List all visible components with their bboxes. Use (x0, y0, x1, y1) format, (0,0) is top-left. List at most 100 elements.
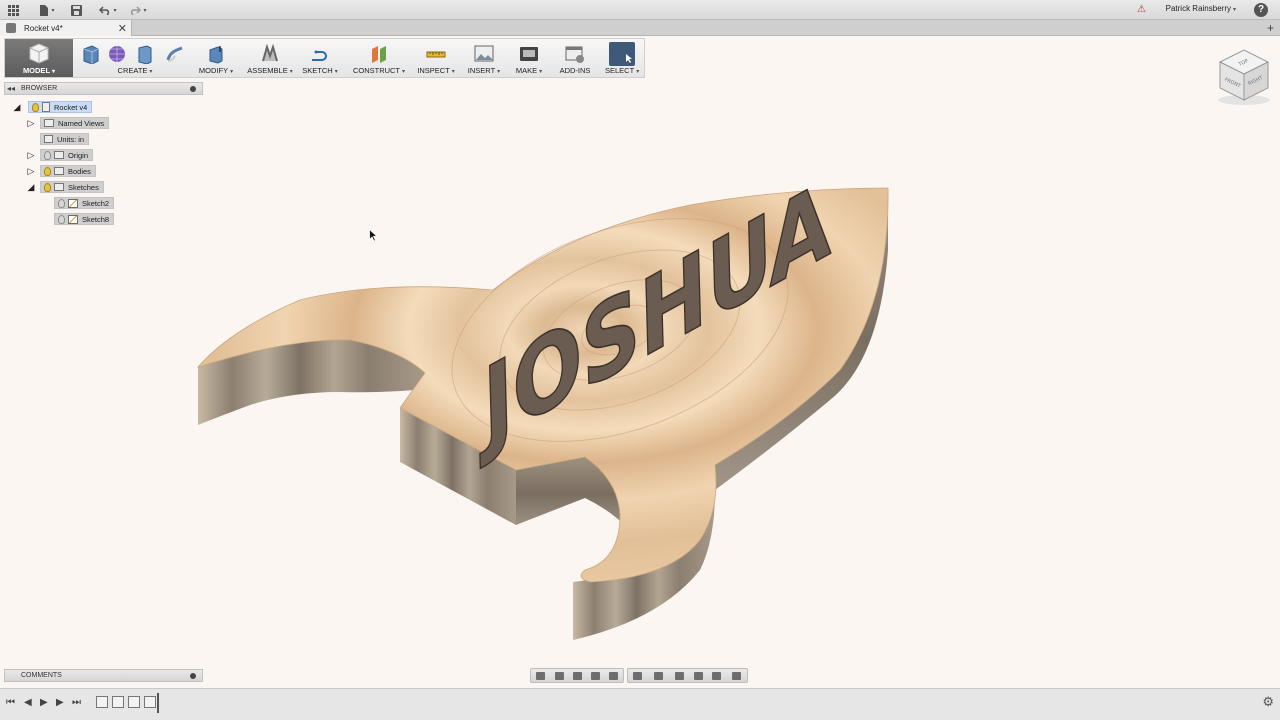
browser-node-named-views[interactable]: Named Views (40, 117, 110, 129)
insert-group[interactable]: INSERT ▾ (463, 39, 505, 77)
step-forward-icon[interactable]: ▶ (56, 697, 64, 708)
new-tab-icon[interactable]: + (1267, 21, 1274, 35)
timeline-marker[interactable] (157, 693, 159, 713)
collapse-panel-icon[interactable]: ◂◂ (7, 84, 15, 93)
visibility-bulb-icon[interactable] (44, 166, 51, 176)
browser-node-sketch8[interactable]: Sketch8 (54, 213, 115, 225)
ribbon-toolbar: MODEL ▾ CREATE ▾ MODIFY ▾ ASSEMBLE ▾ SKETCH ▾… (4, 38, 645, 78)
visibility-bulb-icon[interactable] (44, 182, 51, 192)
user-name: Patrick Rainsberry (1165, 4, 1231, 13)
joint-icon (262, 44, 278, 62)
navigation-tools (530, 668, 624, 683)
workspace-switcher[interactable]: MODEL ▾ (5, 39, 73, 77)
timeline-extrude-feature[interactable] (112, 696, 124, 708)
document-tab-bar: Rocket v4* ✕ + (0, 20, 1280, 36)
undo-button[interactable]: ▾ (96, 2, 120, 18)
go-to-end-icon[interactable]: ⏭ (72, 697, 81, 708)
inspect-group[interactable]: INSPECT ▾ (415, 39, 457, 77)
document-tab[interactable]: Rocket v4* ✕ (0, 20, 132, 36)
browser-node-sketch2[interactable]: Sketch2 (54, 197, 115, 209)
browser-header[interactable]: ◂◂ BROWSER (4, 82, 203, 95)
step-back-icon[interactable]: ◀ (24, 697, 32, 708)
browser-node-origin[interactable]: Origin (40, 149, 94, 161)
expand-toggle-named-views[interactable]: ▷ (26, 118, 36, 128)
timeline-extrude-feature[interactable] (144, 696, 156, 708)
visibility-bulb-icon[interactable] (58, 198, 65, 208)
view-cube[interactable]: TOP FRONT RIGHT (1214, 44, 1274, 108)
folder-icon (54, 151, 64, 159)
3d-print-icon (520, 47, 538, 61)
fit-icon[interactable] (609, 672, 618, 680)
browser-node-sketches[interactable]: Sketches (40, 181, 104, 193)
sketch-icon (68, 214, 78, 224)
press-pull-icon (209, 46, 223, 64)
display-settings-icon[interactable] (633, 672, 642, 680)
add-comment-icon[interactable] (190, 673, 196, 679)
browser-node-bodies[interactable]: Bodies (40, 165, 96, 177)
look-at-icon[interactable] (555, 672, 564, 680)
add-ins-label: ADD-INS (559, 66, 591, 75)
document-tab-title: Rocket v4* (24, 23, 63, 33)
extrude-icon (83, 45, 99, 64)
scripts-icon (565, 46, 584, 63)
effects-icon[interactable] (732, 672, 741, 680)
play-icon[interactable]: ▶ (40, 697, 48, 708)
measure-icon (426, 51, 446, 58)
folder-icon (54, 183, 64, 191)
construct-label: CONSTRUCT ▾ (352, 66, 406, 75)
grid-snap-icon[interactable] (654, 672, 663, 680)
help-icon[interactable]: ? (1254, 3, 1268, 17)
mode-label: MODEL ▾ (22, 66, 56, 75)
form-icon (109, 46, 125, 62)
units-doc-icon (44, 135, 53, 143)
component-icon (42, 102, 50, 112)
orbit-icon[interactable] (536, 672, 545, 680)
close-tab-icon[interactable]: ✕ (118, 22, 127, 35)
zoom-icon[interactable] (591, 672, 600, 680)
modify-group[interactable]: MODIFY ▾ (195, 39, 237, 77)
visibility-bulb-icon[interactable] (44, 150, 51, 160)
environment-icon[interactable] (712, 672, 721, 680)
visibility-bulb-icon[interactable] (58, 214, 65, 224)
app-bar: ▾ ▾ ▾ ⚠ Patrick Rainsberry ▾ ? (0, 0, 1280, 20)
comments-panel[interactable]: COMMENTS (4, 669, 203, 682)
file-menu-button[interactable]: ▾ (36, 2, 58, 18)
pin-panel-icon[interactable] (190, 86, 196, 92)
user-menu[interactable]: Patrick Rainsberry ▾ (1166, 4, 1236, 13)
assemble-group[interactable]: ASSEMBLE ▾ (245, 39, 295, 77)
browser-title: BROWSER (21, 85, 58, 92)
pan-icon[interactable] (573, 672, 582, 680)
model-viewport[interactable]: JOSHUA (190, 180, 900, 650)
browser-node-units[interactable]: Units: in (40, 133, 90, 145)
save-button[interactable] (68, 2, 84, 18)
timeline-sketch-feature[interactable] (128, 696, 140, 708)
browser-panel: ◂◂ BROWSER ◢ Rocket v4 ▷ Named Views Uni… (4, 82, 203, 230)
browser-root-node[interactable]: Rocket v4 (28, 101, 93, 113)
sketch-group[interactable]: SKETCH ▾ (299, 39, 341, 77)
expand-toggle-root[interactable]: ◢ (12, 102, 22, 112)
make-group[interactable]: MAKE ▾ (509, 39, 549, 77)
comments-title: COMMENTS (21, 672, 62, 679)
timeline-sketch-feature[interactable] (96, 696, 108, 708)
box-icon (138, 45, 152, 64)
camera-icon[interactable] (694, 672, 703, 680)
select-group[interactable]: SELECT ▾ (605, 39, 639, 77)
expand-toggle-origin[interactable]: ▷ (26, 150, 36, 160)
app-grid-icon[interactable] (6, 2, 20, 18)
sweep-icon (166, 46, 183, 62)
redo-button[interactable]: ▾ (126, 2, 150, 18)
select-label: SELECT ▾ (605, 66, 640, 75)
create-sketch-icon (312, 50, 327, 61)
construct-group[interactable]: CONSTRUCT ▾ (349, 39, 409, 77)
create-group[interactable]: CREATE ▾ (77, 39, 193, 77)
folder-icon (44, 119, 54, 127)
select-icon (609, 42, 635, 66)
visibility-bulb-icon[interactable] (32, 102, 39, 112)
viewports-icon[interactable] (675, 672, 684, 680)
expand-toggle-bodies[interactable]: ▷ (26, 166, 36, 176)
go-to-start-icon[interactable]: ⏮ (6, 697, 15, 708)
offline-status-icon[interactable]: ⚠ (1137, 4, 1146, 15)
expand-toggle-sketches[interactable]: ◢ (26, 182, 36, 192)
settings-gear-icon[interactable]: ⚙ (1262, 694, 1274, 710)
add-ins-group[interactable]: ADD-INS (551, 39, 599, 77)
